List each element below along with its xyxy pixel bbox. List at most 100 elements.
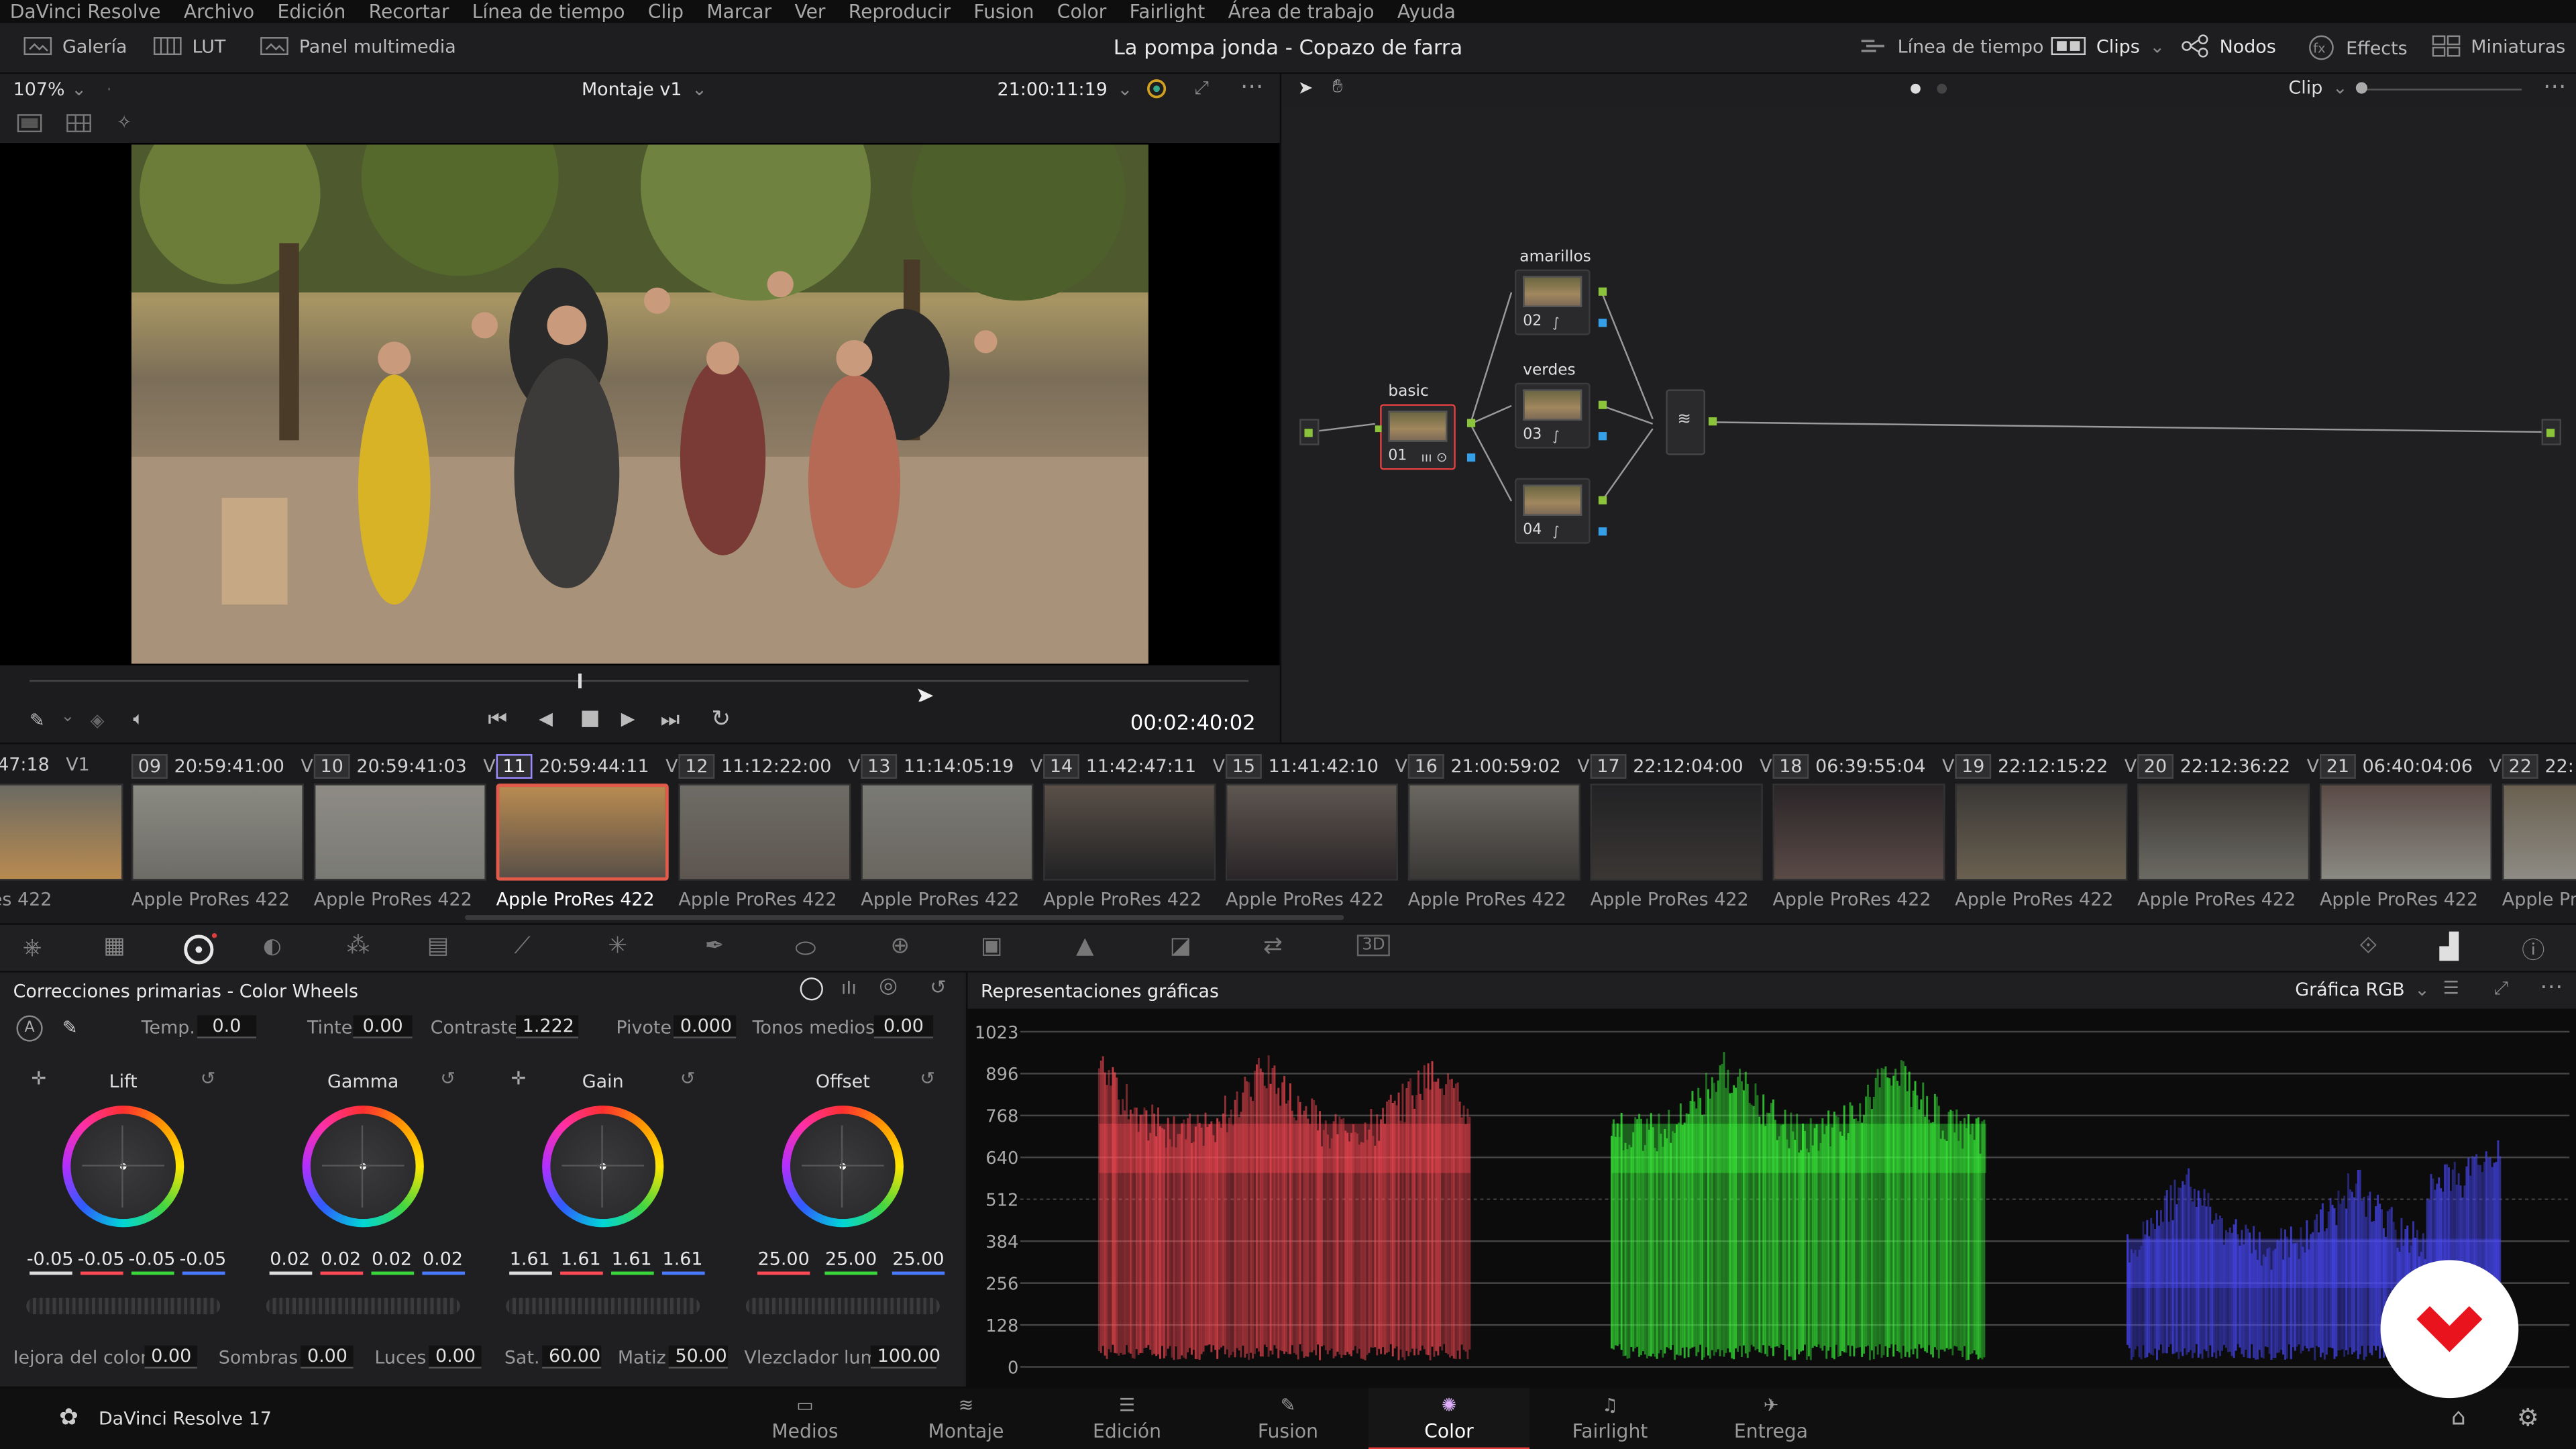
motion-effects-icon[interactable]: ▤ — [427, 933, 449, 959]
wheel-value-field[interactable]: 0.02 — [316, 1248, 365, 1275]
window-icon[interactable]: ⬭ — [795, 933, 816, 963]
page-tab-entrega[interactable]: ✈ Entrega — [1690, 1388, 1851, 1449]
menu-linea-tiempo[interactable]: Línea de tiempo — [472, 0, 625, 23]
play-icon[interactable]: ▶ — [621, 708, 635, 730]
hue-field[interactable]: 50.00 — [668, 1345, 728, 1369]
rgb-mixer-icon[interactable]: ⁂ — [347, 933, 370, 959]
scrub-track[interactable] — [30, 680, 1249, 682]
eyedropper-icon[interactable]: ✎ — [30, 710, 45, 731]
reset-icon[interactable]: ↺ — [920, 1068, 935, 1089]
blur-icon[interactable]: ▲ — [1076, 933, 1093, 959]
menu-ayuda[interactable]: Ayuda — [1397, 0, 1456, 23]
page-tab-medios[interactable]: ▭ Medios — [724, 1388, 885, 1449]
scopes-icon[interactable]: ▟ — [2440, 932, 2459, 961]
clips-toggle[interactable]: Clips ⌄ — [2050, 34, 2165, 57]
tracker-icon[interactable]: ⊕ — [890, 933, 910, 959]
node-01-key-out[interactable] — [1466, 453, 1476, 462]
chevron-down-icon[interactable]: ⌄ — [61, 708, 75, 727]
input-connector[interactable] — [1304, 429, 1313, 437]
menu-color[interactable]: Color — [1057, 0, 1107, 23]
layers-icon[interactable]: ◈ — [91, 710, 105, 731]
wheel-value-field[interactable]: 0.02 — [266, 1248, 315, 1275]
midtone-field[interactable]: 0.00 — [873, 1015, 934, 1038]
reset-icon[interactable]: ↺ — [201, 1068, 216, 1089]
auto-balance-icon[interactable]: A — [16, 1015, 43, 1042]
menu-archivo[interactable]: Archivo — [184, 0, 254, 23]
node-mode-select[interactable]: Clip ⌄ — [2288, 77, 2347, 99]
single-view-icon[interactable] — [16, 113, 42, 138]
thumbnails-toggle[interactable]: Miniaturas — [2431, 34, 2565, 57]
node-01-in[interactable] — [1375, 425, 1382, 433]
wheel-value-field[interactable]: 1.61 — [505, 1248, 554, 1275]
color-wheel[interactable] — [782, 1106, 904, 1228]
clip-strip[interactable]: 0:18:47:18V1ProRes 4220920:59:41:00V1App… — [0, 742, 2576, 924]
stop-icon[interactable]: ■ — [580, 706, 600, 731]
scrub-playhead[interactable] — [578, 674, 582, 689]
color-wheel[interactable] — [62, 1106, 184, 1228]
node-01[interactable]: 01 ııı ⊙ — [1380, 404, 1456, 470]
loop-icon[interactable]: ↻ — [711, 706, 731, 733]
clip-thumbnail-item[interactable]: 21 06:40:04:06 V1 Apple ProRes 422 — [2319, 744, 2513, 924]
more-options-icon[interactable]: ⋯ — [1240, 74, 1263, 100]
clip-thumbnail-item[interactable]: 16 21:00:59:02 V1 Apple ProRes 422 — [1407, 744, 1601, 924]
temp-field[interactable]: 0.0 — [197, 1015, 257, 1038]
menu-ver[interactable]: Ver — [795, 0, 826, 23]
wheel-value-field[interactable]: 0.02 — [418, 1248, 467, 1275]
clip-thumbnail-item[interactable]: 12 11:12:22:00 V1 Apple ProRes 422 — [678, 744, 872, 924]
node-graph[interactable]: basic 01 ııı ⊙ amarillos 02 ∫ verdes 03 … — [1279, 107, 2576, 743]
master-wheel-jog[interactable] — [266, 1297, 460, 1315]
clip-thumbnail-item[interactable]: 18 06:39:55:04 V1 Apple ProRes 422 — [1772, 744, 1966, 924]
menu-fairlight[interactable]: Fairlight — [1130, 0, 1205, 23]
clip-thumbnail-item[interactable]: 20 22:12:36:22 V1 Apple ProRes 422 — [2137, 744, 2330, 924]
node-zoom-slider[interactable] — [2357, 89, 2522, 91]
page-tab-edición[interactable]: ☰ Edición — [1046, 1388, 1208, 1449]
wheel-value-field[interactable]: -0.05 — [178, 1248, 227, 1275]
camera-raw-icon[interactable]: ⎈ — [23, 934, 41, 961]
fullscreen-icon[interactable]: ⤢ — [1194, 77, 1209, 100]
master-wheel-jog[interactable] — [26, 1297, 221, 1315]
contrast-field[interactable]: 1.222 — [515, 1015, 579, 1038]
grid-view-icon[interactable] — [66, 113, 92, 138]
scrub-bar[interactable]: ➤ — [0, 665, 1280, 710]
menu-fusion[interactable]: Fusion — [973, 0, 1034, 23]
reverse-icon[interactable]: ◀ — [539, 708, 553, 730]
shadows-field[interactable]: 0.00 — [301, 1345, 354, 1369]
reset-icon[interactable]: ↺ — [930, 976, 947, 999]
keyframes-icon[interactable]: ⟐ — [2359, 933, 2377, 959]
menu-recortar[interactable]: Recortar — [369, 0, 449, 23]
clip-thumbnail-item[interactable]: 22 22: Apple Pr — [2502, 744, 2576, 924]
color-warper-icon[interactable]: ✳ — [608, 933, 627, 959]
last-frame-icon[interactable]: ⏭︎ — [660, 708, 680, 733]
menu-davinci[interactable]: DaVinci Resolve — [10, 0, 161, 23]
more-options-icon[interactable]: ⋯ — [2543, 74, 2566, 100]
color-boost-field[interactable]: 0.00 — [144, 1345, 197, 1369]
zoom-select[interactable]: 107% ⌄ · — [13, 79, 112, 101]
magic-mask-icon[interactable]: ▣ — [981, 933, 1002, 959]
page-dot-active[interactable] — [1911, 83, 1921, 94]
node-04-key-out[interactable] — [1598, 527, 1607, 536]
menu-clip[interactable]: Clip — [648, 0, 684, 23]
first-frame-icon[interactable]: ⏮︎ — [488, 708, 507, 733]
node-02-out[interactable] — [1598, 287, 1607, 296]
timeline-select[interactable]: Montaje v1 ⌄ — [582, 79, 707, 101]
timecode-select[interactable]: 21:00:11:19 ⌄ — [998, 79, 1133, 101]
tint-field[interactable]: 0.00 — [353, 1015, 413, 1038]
clip-thumbnail-item[interactable]: 11 20:59:44:11 V1 Apple ProRes 422 — [496, 744, 690, 924]
bars-mode-icon[interactable]: ıIı — [841, 977, 857, 999]
scope-mode-select[interactable]: Gráfica RGB ⌄ — [2295, 979, 2430, 1001]
hand-icon[interactable]: ✋︎ — [1332, 76, 1342, 99]
reset-icon[interactable]: ↺ — [440, 1068, 455, 1089]
node-04-out[interactable] — [1598, 496, 1607, 504]
highlights-field[interactable]: 0.00 — [429, 1345, 482, 1369]
wheel-value-field[interactable]: 0.02 — [367, 1248, 416, 1275]
eyedropper-icon[interactable]: ✎ — [62, 1017, 78, 1038]
layer-mixer-node[interactable]: ≋ — [1666, 389, 1706, 455]
clip-thumbnail-item[interactable]: 10 20:59:41:03 V1 Apple ProRes 422 — [313, 744, 507, 924]
sizing-icon[interactable]: ⇄ — [1263, 933, 1283, 959]
wheel-value-field[interactable]: -0.05 — [76, 1248, 125, 1275]
node-03[interactable]: 03 ∫ — [1514, 382, 1591, 449]
menu-marcar[interactable]: Marcar — [706, 0, 771, 23]
lum-mix-field[interactable]: 100.00 — [870, 1345, 941, 1369]
color-wheel[interactable] — [302, 1106, 424, 1228]
info-icon[interactable]: ⓘ — [2522, 933, 2544, 966]
